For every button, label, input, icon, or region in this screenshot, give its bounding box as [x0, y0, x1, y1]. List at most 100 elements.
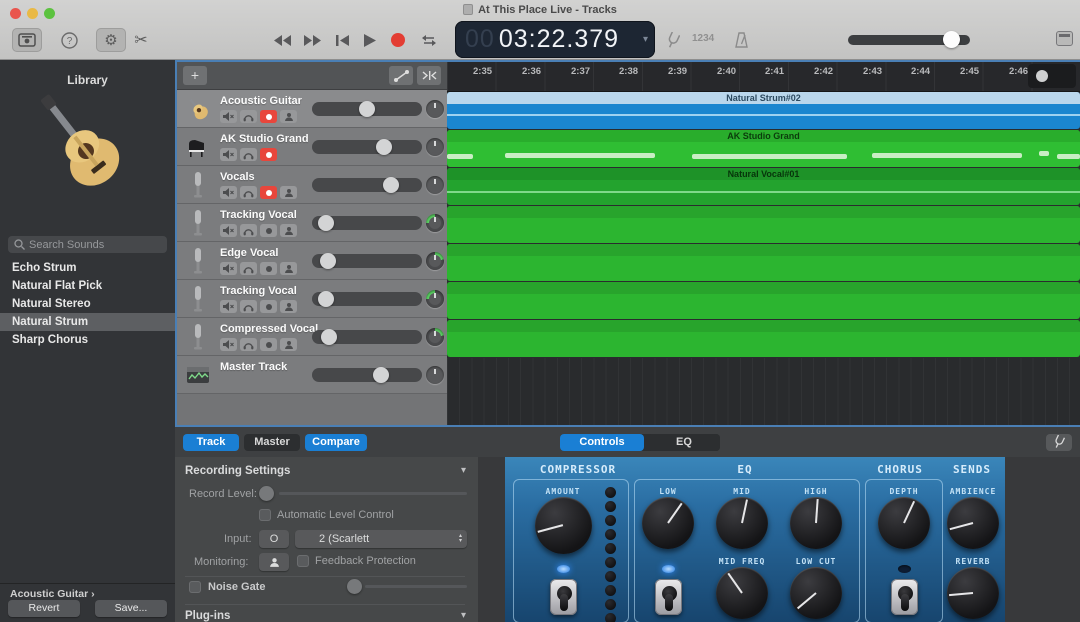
mute-button[interactable] [220, 110, 237, 123]
record-enable-button[interactable] [260, 110, 277, 123]
time-ruler[interactable]: 2:35 2:36 2:37 2:38 2:39 2:40 2:41 2:42 … [447, 62, 1080, 92]
volume-handle[interactable] [383, 177, 399, 193]
automation-button[interactable] [389, 66, 413, 85]
sound-item-natural-stereo[interactable]: Natural Stereo [0, 295, 175, 313]
auto-level-checkbox[interactable] [259, 509, 271, 521]
pan-knob[interactable] [426, 366, 444, 384]
volume-handle[interactable] [318, 291, 334, 307]
volume-handle[interactable] [320, 253, 336, 269]
current-patch-breadcrumb[interactable]: Acoustic Guitar › [10, 588, 95, 600]
eq-power-switch[interactable] [655, 579, 682, 615]
record-button[interactable] [388, 28, 408, 52]
mute-button[interactable] [220, 300, 237, 313]
eq-low-cut-knob[interactable] [790, 567, 842, 619]
lcd-mode-chevron-icon[interactable]: ▾ [643, 34, 648, 45]
horizontal-zoom-slider[interactable] [1028, 64, 1076, 88]
tab-track[interactable]: Track [183, 434, 239, 451]
timeline-area[interactable]: 2:35 2:36 2:37 2:38 2:39 2:40 2:41 2:42 … [447, 62, 1080, 425]
forward-button[interactable] [302, 28, 322, 52]
input-monitoring-button[interactable] [280, 186, 297, 199]
chorus-power-switch[interactable] [891, 579, 918, 615]
count-in-button[interactable]: 1234 [692, 33, 714, 44]
record-enable-button[interactable] [260, 148, 277, 161]
tuner-button[interactable] [662, 28, 684, 52]
volume-handle[interactable] [321, 329, 337, 345]
tab-controls[interactable]: Controls [560, 434, 644, 451]
tab-master[interactable]: Master [244, 434, 300, 451]
volume-handle[interactable] [373, 367, 389, 383]
chorus-depth-knob[interactable] [878, 497, 930, 549]
record-enable-button[interactable] [260, 338, 277, 351]
volume-handle[interactable] [318, 215, 334, 231]
master-tuner-button[interactable] [1046, 434, 1072, 451]
add-track-button[interactable]: + [183, 66, 207, 85]
region-edge-vocal[interactable] [447, 244, 1080, 281]
volume-slider[interactable] [312, 102, 422, 116]
region-natural-strum[interactable]: Natural Strum#02 [447, 92, 1080, 129]
master-volume-handle[interactable] [943, 31, 960, 48]
volume-slider[interactable] [312, 368, 422, 382]
volume-slider[interactable] [312, 216, 422, 230]
track-header-vocals[interactable]: Vocals [177, 166, 447, 204]
sends-reverb-knob[interactable] [947, 567, 999, 619]
tab-eq[interactable]: EQ [648, 434, 720, 451]
solo-button[interactable] [240, 262, 257, 275]
volume-slider[interactable] [312, 330, 422, 344]
sound-item-natural-flat-pick[interactable]: Natural Flat Pick [0, 277, 175, 295]
pan-knob[interactable] [426, 214, 444, 232]
record-enable-button[interactable] [260, 262, 277, 275]
noise-gate-knob[interactable] [347, 579, 362, 594]
track-header-tracking-vocal-1[interactable]: Tracking Vocal [177, 204, 447, 242]
eq-mid-knob[interactable] [716, 497, 768, 549]
library-toggle-button[interactable] [12, 28, 42, 52]
plugins-title[interactable]: Plug-ins [185, 610, 230, 622]
volume-slider[interactable] [312, 254, 422, 268]
collapse-track-headers-button[interactable] [417, 66, 441, 85]
noise-gate-track[interactable] [365, 585, 467, 588]
region-compressed-vocal[interactable] [447, 320, 1080, 357]
revert-button[interactable]: Revert [8, 600, 80, 617]
track-header-ak-studio-grand[interactable]: AK Studio Grand [177, 128, 447, 166]
eq-high-knob[interactable] [790, 497, 842, 549]
compressor-amount-knob[interactable] [535, 497, 592, 554]
volume-slider[interactable] [312, 140, 422, 154]
mute-button[interactable] [220, 186, 237, 199]
input-monitoring-button[interactable] [280, 110, 297, 123]
quick-help-button[interactable]: ? [58, 28, 80, 52]
track-header-compressed-vocal[interactable]: Compressed Vocal [177, 318, 447, 356]
track-header-tracking-vocal-2[interactable]: Tracking Vocal [177, 280, 447, 318]
pan-knob[interactable] [426, 176, 444, 194]
volume-slider[interactable] [312, 178, 422, 192]
record-enable-button[interactable] [260, 300, 277, 313]
tab-compare[interactable]: Compare [305, 434, 367, 451]
track-header-master[interactable]: Master Track [177, 356, 447, 394]
search-sounds-field[interactable]: Search Sounds [8, 236, 167, 253]
solo-button[interactable] [240, 338, 257, 351]
mute-button[interactable] [220, 338, 237, 351]
pan-knob[interactable] [426, 100, 444, 118]
input-monitoring-button[interactable] [280, 224, 297, 237]
lcd-display[interactable]: 00 03:22.379 ▾ [455, 21, 655, 58]
track-header-edge-vocal[interactable]: Edge Vocal [177, 242, 447, 280]
region-tracking-vocal-2[interactable] [447, 282, 1080, 319]
notepads-button[interactable] [1056, 31, 1073, 46]
record-level-knob[interactable] [259, 486, 274, 501]
noise-gate-checkbox[interactable] [189, 581, 201, 593]
pan-knob[interactable] [426, 138, 444, 156]
record-enable-button[interactable] [260, 224, 277, 237]
record-enable-button[interactable] [260, 186, 277, 199]
sends-ambience-knob[interactable] [947, 497, 999, 549]
record-level-track[interactable] [279, 492, 467, 495]
solo-button[interactable] [240, 110, 257, 123]
region-ak-studio-grand[interactable]: AK Studio Grand [447, 130, 1080, 167]
editors-button[interactable]: ✂ [130, 28, 152, 52]
cycle-button[interactable] [418, 28, 440, 52]
input-monitoring-button[interactable] [280, 262, 297, 275]
smart-controls-button[interactable]: ⚙ [96, 28, 126, 52]
input-monitoring-button[interactable] [280, 338, 297, 351]
monitoring-button[interactable] [259, 553, 289, 571]
pan-knob[interactable] [426, 290, 444, 308]
track-header-acoustic-guitar[interactable]: Acoustic Guitar [177, 90, 447, 128]
feedback-protection-checkbox[interactable] [297, 555, 309, 567]
input-source-dropdown[interactable]: 2 (Scarlett ▴▾ [295, 530, 467, 548]
